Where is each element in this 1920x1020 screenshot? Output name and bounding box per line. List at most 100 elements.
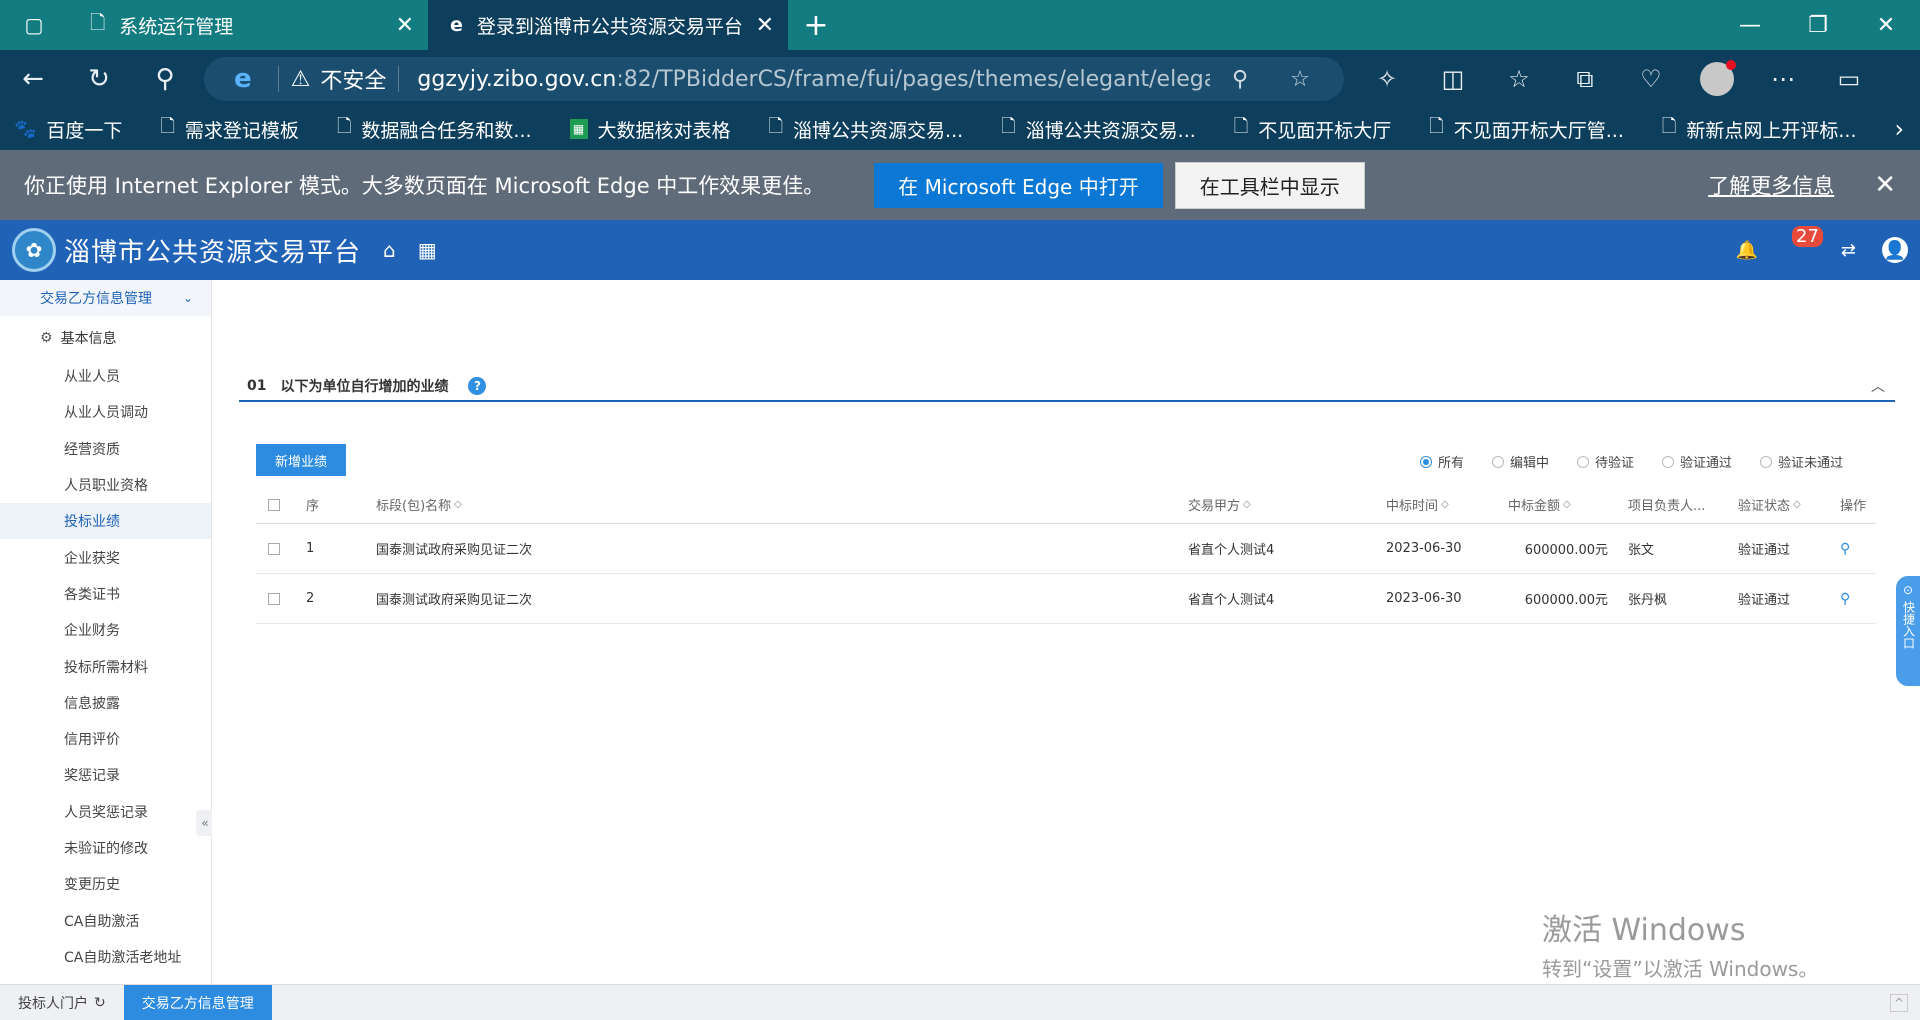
address-input[interactable]: e ⚠ 不安全 ggzyjy.zibo.gov.cn:82/TPBidderCS… [204,57,1344,101]
status-filter-group: 所有 编辑中 待验证 验证通过 验证未通过 [1392,452,1843,471]
filter-rejected[interactable]: 验证未通过 [1760,452,1843,471]
col-date[interactable]: 中标时间 ◇ [1386,486,1449,523]
view-detail-icon[interactable]: ⚲ [1840,524,1850,573]
bookmark-label: 百度一下 [46,119,123,142]
ie-mode-icon[interactable]: e [234,64,252,94]
close-icon[interactable]: ✕ [1874,170,1896,200]
bookmark-item[interactable]: 🐾 百度一下 [14,116,122,143]
new-tab-button[interactable]: + [788,0,844,50]
back-icon[interactable]: ← [0,64,66,94]
add-performance-button[interactable]: 新增业绩 [256,444,346,476]
page-icon: 🗋 [768,116,784,137]
profile-avatar[interactable] [1700,60,1736,96]
bookmark-item[interactable]: 🗋 需求登记模板 [160,114,299,144]
sidebar-item[interactable]: CA自助激活老地址 [0,939,211,975]
sidebar-toggle-icon[interactable]: ▭ [1816,62,1882,96]
col-amount[interactable]: 中标金额 ◇ [1508,486,1571,523]
home-icon[interactable]: ⌂ [383,238,396,262]
security-label[interactable]: 不安全 [320,63,386,95]
user-avatar-icon[interactable]: 👤 [1882,237,1908,263]
sidebar-item[interactable]: 从业人员 [0,358,211,394]
sidebar-item[interactable]: 信息披露 [0,685,211,721]
help-icon[interactable]: ? [468,377,487,395]
divider [277,66,279,92]
portal-tab[interactable]: 投标人门户 ↻ [0,985,124,1020]
open-in-edge-button[interactable]: 在 Microsoft Edge 中打开 [874,162,1163,208]
sidebar-item[interactable]: 投标所需材料 [0,648,211,684]
tab-close-icon[interactable]: ✕ [756,13,774,38]
col-status[interactable]: 验证状态 ◇ [1738,486,1801,523]
table-row[interactable]: 2 国泰测试政府采购见证二次 省直个人测试4 2023-06-30 600000… [256,574,1876,624]
sidebar-item[interactable]: 信用评价 [0,721,211,757]
zoom-icon[interactable]: ⚲ [1210,67,1270,92]
bookmark-item[interactable]: 🗋 数据融合任务和数... [337,114,532,144]
view-detail-icon[interactable]: ⚲ [1840,574,1850,623]
filter-editing[interactable]: 编辑中 [1492,452,1549,471]
restore-icon[interactable]: ❐ [1784,0,1852,50]
tab-close-icon[interactable]: ✕ [396,13,414,38]
scroll-top-icon[interactable]: ^ [1890,993,1908,1012]
browser-essentials-icon[interactable]: ♡ [1618,62,1684,96]
bookmark-item[interactable]: 🗋 淄博公共资源交易... [769,114,964,144]
row-checkbox[interactable] [268,574,280,623]
sidebar-item-active[interactable]: 投标业绩 [0,503,211,540]
bookmark-item[interactable]: 🗋 新新点网上开评标... [1662,114,1857,144]
sidebar-item[interactable]: 各类证书 [0,576,211,612]
bookmark-item[interactable]: 🗋 不见面开标大厅管... [1429,114,1624,144]
url-text[interactable]: ggzyjy.zibo.gov.cn:82/TPBidderCS/frame/f… [417,67,1210,92]
sidebar-item[interactable]: 人员奖惩记录 [0,794,211,830]
favorite-star-icon[interactable]: ☆ [1270,67,1330,92]
filter-all[interactable]: 所有 [1420,452,1464,471]
chevron-right-icon[interactable]: › [1895,115,1905,143]
search-icon[interactable]: ⚲ [132,64,198,94]
split-screen-icon[interactable]: ◫ [1420,62,1486,96]
bookmark-item[interactable]: 🗋 不见面开标大厅 [1234,114,1392,144]
extensions-icon[interactable]: ✧ [1354,62,1420,96]
sidebar-group-basic-info[interactable]: ⚙ 基本信息 [0,318,211,358]
switch-icon[interactable]: ⇄ [1841,240,1856,261]
select-all-checkbox[interactable] [268,486,280,523]
col-party[interactable]: 交易甲方 ◇ [1188,486,1251,523]
col-name[interactable]: 标段(包)名称 ◇ [376,486,462,523]
refresh-icon[interactable]: ↻ [94,995,106,1011]
notification-bell-icon[interactable]: 🔔27 [1736,225,1823,261]
sidebar-item[interactable]: 企业获奖 [0,539,211,575]
sidebar-top-menu[interactable]: 交易乙方信息管理 ⌄ [0,280,211,316]
sidebar-item[interactable]: 奖惩记录 [0,757,211,793]
collections-icon[interactable]: ⧉ [1552,62,1618,96]
table-row[interactable]: 1 国泰测试政府采购见证二次 省直个人测试4 2023-06-30 600000… [256,524,1876,574]
warning-icon: ⚠ [290,66,311,92]
learn-more-link[interactable]: 了解更多信息 [1708,170,1834,200]
sidebar-item[interactable]: CA自助激活 [0,902,211,938]
filter-verified[interactable]: 验证通过 [1662,452,1732,471]
ie-icon: e [450,14,463,36]
filter-pending[interactable]: 待验证 [1577,452,1634,471]
sidebar-item[interactable]: 企业财务 [0,612,211,648]
tab-actions-button[interactable]: ▢ [0,0,68,50]
sidebar-item[interactable]: 变更历史 [0,866,211,902]
sheet-icon: ▦ [569,119,588,139]
favorites-icon[interactable]: ☆ [1486,62,1552,96]
bookmark-item[interactable]: 🗋 淄博公共资源交易... [1001,114,1196,144]
browser-tab-1[interactable]: e 登录到淄博市公共资源交易平台 ✕ [428,0,788,50]
bookmark-item[interactable]: ▦ 大数据核对表格 [569,116,731,143]
sidebar-item[interactable]: 人员职业资格 [0,467,211,503]
close-window-icon[interactable]: ✕ [1852,0,1920,50]
search-icon: ⚲ [1840,590,1851,607]
refresh-icon[interactable]: ↻ [66,64,132,94]
sidebar-item[interactable]: 未验证的修改 [0,830,211,866]
bookmarks-bar: 🐾 百度一下 🗋 需求登记模板 🗋 数据融合任务和数... ▦ 大数据核对表格 🗋 淄博公… [0,108,1920,150]
minimize-icon[interactable]: — [1716,0,1784,50]
row-checkbox[interactable] [268,524,280,573]
active-module-tab[interactable]: 交易乙方信息管理 [123,985,272,1020]
more-icon[interactable]: ⋯ [1750,62,1816,96]
sidebar-item-label: 人员职业资格 [64,478,148,495]
apps-grid-icon[interactable]: ▦ [418,238,437,262]
collapse-caret-icon[interactable]: ︿ [1871,376,1885,396]
sidebar-item[interactable]: 从业人员调动 [0,394,211,430]
quick-entry-tab[interactable]: ⊙ 快捷入口 [1896,576,1920,686]
sidebar-item[interactable]: 经营资质 [0,431,211,467]
bookmark-label: 不见面开标大厅 [1258,119,1392,142]
show-in-toolbar-button[interactable]: 在工具栏中显示 [1174,161,1365,209]
browser-tab-0[interactable]: 🗋 系统运行管理 ✕ [68,0,428,50]
